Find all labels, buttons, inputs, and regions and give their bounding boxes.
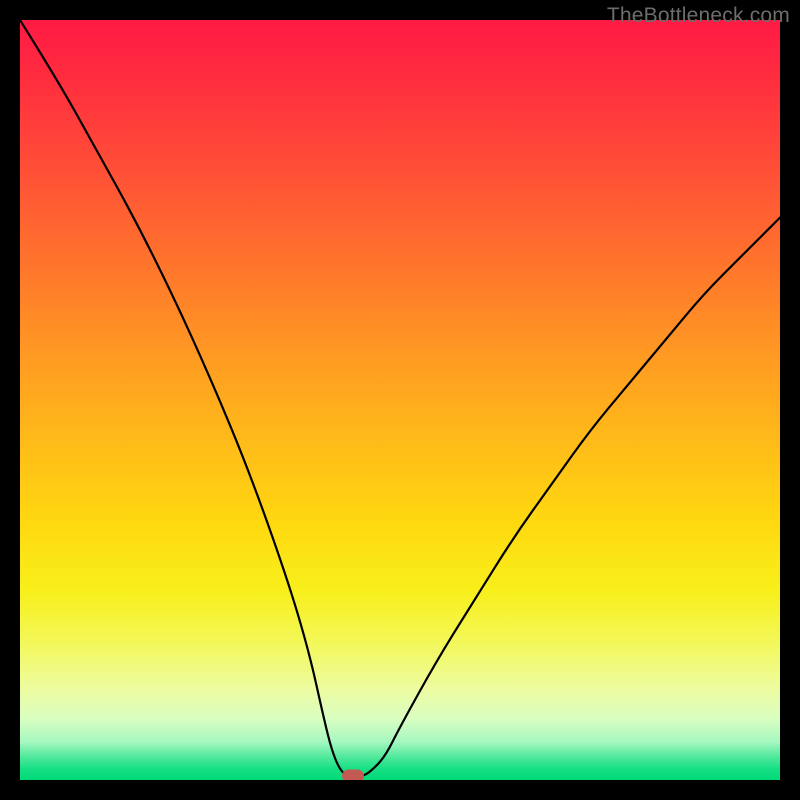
bottleneck-curve — [20, 20, 780, 780]
chart-frame: TheBottleneck.com — [0, 0, 800, 800]
watermark-text: TheBottleneck.com — [607, 4, 790, 28]
plot-area — [20, 20, 780, 780]
curve-path — [20, 20, 780, 776]
optimal-point-marker — [342, 770, 364, 780]
